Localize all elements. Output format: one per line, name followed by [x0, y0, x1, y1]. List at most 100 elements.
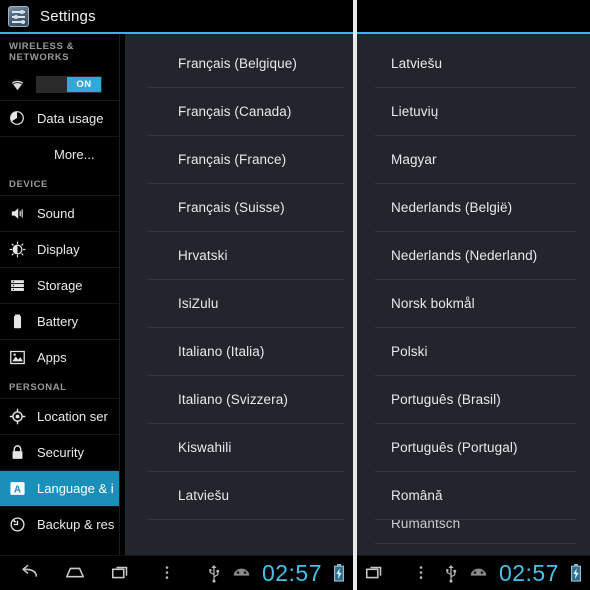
language-name: Kiswahili	[178, 440, 232, 455]
language-name: Français (Suisse)	[178, 200, 285, 215]
language-name: Magyar	[391, 152, 437, 167]
sidebar-item-storage[interactable]: Storage	[0, 267, 119, 303]
language-list-item[interactable]: Français (France)	[147, 136, 344, 184]
back-icon[interactable]	[17, 562, 41, 584]
language-name: Nederlands (België)	[391, 200, 513, 215]
settings-window-right: Latviešu Lietuvių Magyar Nederlands (Bel…	[357, 0, 590, 590]
language-list-item[interactable]: Nederlands (Nederland)	[375, 232, 576, 280]
sidebar-item-label: Location ser	[37, 409, 108, 424]
content-region: WIRELESS & NETWORKS ON Data usage More..…	[0, 34, 353, 555]
language-list-item[interactable]: Norsk bokmål	[375, 280, 576, 328]
language-list-item[interactable]: Hrvatski	[147, 232, 344, 280]
sidebar-item-wifi[interactable]: ON	[0, 68, 119, 100]
language-name: Français (Canada)	[178, 104, 292, 119]
language-list-item[interactable]: Latviešu	[375, 40, 576, 88]
sidebar-item-label: Display	[37, 242, 80, 257]
backup-icon	[9, 516, 26, 533]
language-list-item[interactable]: Lietuvių	[375, 88, 576, 136]
settings-sidebar[interactable]: WIRELESS & NETWORKS ON Data usage More..…	[0, 34, 120, 555]
language-list-item[interactable]: IsiZulu	[147, 280, 344, 328]
sidebar-item-label: Storage	[37, 278, 83, 293]
language-icon: A	[9, 480, 26, 497]
language-name: Română	[391, 488, 443, 503]
menu-overflow-icon[interactable]	[409, 562, 433, 584]
status-clock: 02:57	[261, 559, 322, 586]
recents-icon[interactable]	[363, 562, 387, 584]
language-name: Italiano (Italia)	[178, 344, 265, 359]
sidebar-item-more[interactable]: More...	[0, 136, 119, 172]
status-clock: 02:57	[498, 559, 559, 586]
storage-icon	[9, 277, 26, 294]
battery-charging-icon	[570, 564, 582, 582]
content-region-right: Latviešu Lietuvių Magyar Nederlands (Bel…	[357, 34, 590, 555]
sidebar-item-data-usage[interactable]: Data usage	[0, 100, 119, 136]
home-icon[interactable]	[63, 562, 87, 584]
language-list-panel-right[interactable]: Latviešu Lietuvių Magyar Nederlands (Bel…	[357, 34, 590, 555]
system-navigation-bar-right[interactable]: 02:57	[357, 555, 590, 590]
language-name: Hrvatski	[178, 248, 228, 263]
language-list-item[interactable]: Português (Brasil)	[375, 376, 576, 424]
language-list-item[interactable]: Français (Suisse)	[147, 184, 344, 232]
wifi-icon	[9, 76, 26, 93]
language-list-item[interactable]: Polski	[375, 328, 576, 376]
sidebar-item-label: More...	[54, 147, 95, 162]
apps-icon	[9, 349, 26, 366]
sidebar-item-location-services[interactable]: Location ser	[0, 398, 119, 434]
language-list-item[interactable]: Română	[375, 472, 576, 520]
recents-icon[interactable]	[109, 562, 133, 584]
action-bar-right	[357, 0, 590, 32]
nav-button-group	[0, 562, 179, 584]
language-list-item[interactable]: Kiswahili	[147, 424, 344, 472]
sidebar-item-apps[interactable]: Apps	[0, 339, 119, 375]
battery-charging-icon	[333, 564, 345, 582]
language-name: Polski	[391, 344, 428, 359]
status-icon-group: 02:57	[207, 560, 353, 587]
sidebar-item-sound[interactable]: Sound	[0, 195, 119, 231]
location-icon	[9, 408, 26, 425]
language-name: Nederlands (Nederland)	[391, 248, 538, 263]
sidebar-item-battery[interactable]: Battery	[0, 303, 119, 339]
sidebar-section-device-header: DEVICE	[9, 179, 48, 190]
wifi-toggle[interactable]: ON	[36, 75, 102, 93]
android-robot-icon	[232, 566, 251, 580]
sidebar-item-label: Security	[37, 445, 84, 460]
language-name: Norsk bokmål	[391, 296, 475, 311]
nav-button-group-right	[357, 562, 433, 584]
language-name: Lietuvių	[391, 104, 439, 119]
language-list-item[interactable]: Italiano (Svizzera)	[147, 376, 344, 424]
page-title: Settings	[40, 7, 96, 25]
action-bar: Settings	[0, 0, 353, 32]
settings-window-left: Settings WIRELESS & NETWORKS ON Data usa…	[0, 0, 353, 590]
svg-text:A: A	[14, 484, 21, 495]
spacer-icon	[9, 146, 26, 163]
language-list-item[interactable]: Magyar	[375, 136, 576, 184]
sidebar-item-display[interactable]: Display	[0, 231, 119, 267]
language-list-item[interactable]: Latviešu	[147, 472, 344, 520]
language-list-item[interactable]: Português (Portugal)	[375, 424, 576, 472]
sidebar-section-wireless-header: WIRELESS & NETWORKS	[9, 41, 75, 63]
language-name: Português (Brasil)	[391, 392, 501, 407]
usb-icon	[444, 564, 458, 583]
sidebar-item-security[interactable]: Security	[0, 434, 119, 470]
language-name: Latviešu	[178, 488, 230, 503]
language-list-item[interactable]: Italiano (Italia)	[147, 328, 344, 376]
language-name: Latviešu	[391, 56, 443, 71]
system-navigation-bar-left[interactable]: 02:57	[0, 555, 353, 590]
language-list-item[interactable]: Rumantsch	[375, 520, 576, 544]
usb-icon	[207, 564, 221, 583]
language-list-item[interactable]: Français (Canada)	[147, 88, 344, 136]
language-list-right: Latviešu Lietuvių Magyar Nederlands (Bel…	[357, 34, 590, 544]
language-list-item[interactable]: Nederlands (België)	[375, 184, 576, 232]
language-list-item[interactable]: Français (Belgique)	[147, 40, 344, 88]
sidebar-item-language-and-input[interactable]: A Language & i	[0, 470, 119, 506]
android-settings-screenshot: Settings WIRELESS & NETWORKS ON Data usa…	[0, 0, 590, 590]
wifi-toggle-track-off	[37, 76, 67, 92]
language-list-panel-left[interactable]: Français (Belgique) Français (Canada) Fr…	[124, 34, 353, 555]
sidebar-item-backup-and-reset[interactable]: Backup & res	[0, 506, 119, 542]
menu-overflow-icon[interactable]	[155, 562, 179, 584]
language-name: Français (France)	[178, 152, 287, 167]
sidebar-item-label: Battery	[37, 314, 79, 329]
display-icon	[9, 241, 26, 258]
sidebar-section-personal-header: PERSONAL	[9, 382, 67, 393]
data-usage-icon	[9, 110, 26, 127]
